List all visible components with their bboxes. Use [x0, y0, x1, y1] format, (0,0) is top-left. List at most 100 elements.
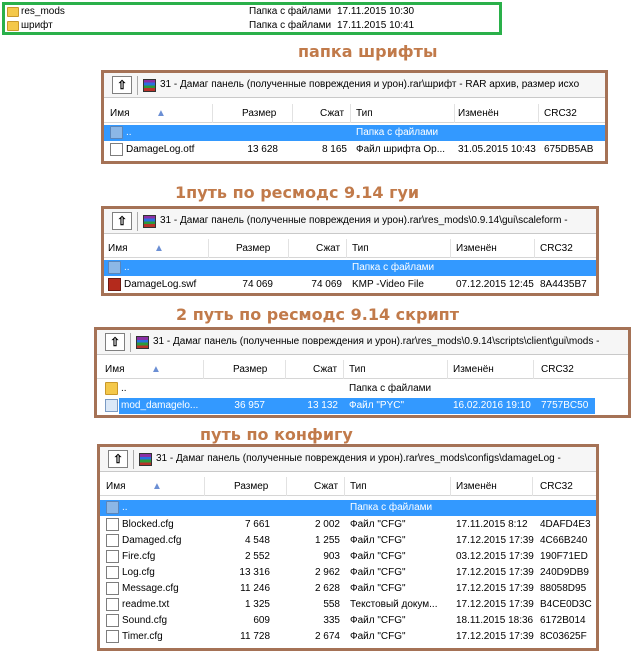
- rar-panel-gui: ⇧ 31 - Дамаг панель (полученные поврежде…: [101, 206, 599, 296]
- file-icon: [106, 614, 119, 627]
- divider: [137, 76, 138, 95]
- file-icon: [106, 582, 119, 595]
- sort-up-icon: ▲: [156, 108, 166, 119]
- sort-up-icon: ▲: [154, 243, 164, 254]
- col-packed[interactable]: Сжат: [320, 108, 344, 119]
- folder-icon: [7, 21, 19, 31]
- sort-up-icon: ▲: [151, 364, 161, 375]
- rar-panel-configs: ⇧ 31 - Дамаг панель (полученные поврежде…: [97, 444, 599, 651]
- file-icon: [106, 518, 119, 531]
- col-crc[interactable]: CRC32: [540, 481, 573, 492]
- col-packed[interactable]: Сжат: [314, 481, 338, 492]
- item-date: 17.11.2015 10:30: [337, 6, 415, 17]
- col-name[interactable]: Имя: [110, 108, 129, 119]
- table-row[interactable]: Sound.cfg 609 335 Файл "CFG" 18.11.2015 …: [100, 613, 596, 629]
- file-icon: [106, 598, 119, 611]
- item-date: 17.11.2015 10:41: [337, 20, 415, 31]
- col-modified[interactable]: Изменён: [456, 243, 497, 254]
- folder-up-icon: [105, 382, 118, 395]
- caption-script: 2 путь по ресмодс 9.14 скрипт: [176, 305, 459, 324]
- col-type[interactable]: Тип: [352, 243, 369, 254]
- col-size[interactable]: Размер: [236, 243, 270, 254]
- col-size[interactable]: Размер: [242, 108, 276, 119]
- pyc-icon: [105, 399, 118, 412]
- table-row[interactable]: .. Папка с файлами: [97, 381, 628, 397]
- toolbar: ⇧ 31 - Дамаг панель (полученные поврежде…: [97, 330, 628, 355]
- column-header: Имя ▲ Размер Сжат Тип Изменён CRC32: [97, 360, 628, 379]
- item-type: Папка с файлами: [249, 6, 332, 17]
- col-packed[interactable]: Сжат: [316, 243, 340, 254]
- toolbar: ⇧ 31 - Дамаг панель (полученные поврежде…: [100, 447, 596, 472]
- folder-up-icon: [108, 261, 121, 274]
- table-row[interactable]: mod_damagelo... 36 957 13 132 Файл "PYC"…: [97, 398, 628, 414]
- table-row[interactable]: DamageLog.otf 13 628 8 165 Файл шрифта O…: [104, 142, 605, 158]
- col-crc[interactable]: CRC32: [544, 108, 577, 119]
- item-name: шрифт: [21, 20, 53, 31]
- folder-icon: [7, 7, 19, 17]
- table-row[interactable]: Timer.cfg 11 728 2 674 Файл "CFG" 17.12.…: [100, 629, 596, 645]
- up-folder-button[interactable]: ⇧: [105, 333, 125, 351]
- caption-fonts: папка шрифты: [298, 42, 438, 61]
- col-name[interactable]: Имя: [108, 243, 127, 254]
- up-folder-button[interactable]: ⇧: [112, 212, 132, 230]
- folder-up-icon: [106, 501, 119, 514]
- sort-up-icon: ▲: [152, 481, 162, 492]
- col-crc[interactable]: CRC32: [540, 243, 573, 254]
- divider: [137, 212, 138, 231]
- caption-config: путь по конфигу: [200, 425, 353, 444]
- col-type[interactable]: Тип: [349, 364, 366, 375]
- archive-path: 31 - Дамаг панель (полученные повреждени…: [160, 215, 568, 226]
- col-modified[interactable]: Изменён: [458, 108, 499, 119]
- table-row[interactable]: .. Папка с файлами: [104, 260, 596, 276]
- rar-panel-scripts: ⇧ 31 - Дамаг панель (полученные поврежде…: [94, 327, 631, 418]
- explorer-file-list: res_mods Папка с файлами 17.11.2015 10:3…: [2, 2, 502, 35]
- rar-archive-icon: [143, 79, 156, 92]
- file-icon: [106, 630, 119, 643]
- toolbar: ⇧ 31 - Дамаг панель (полученные поврежде…: [104, 73, 605, 98]
- toolbar: ⇧ 31 - Дамаг панель (полученные поврежде…: [104, 209, 596, 234]
- col-packed[interactable]: Сжат: [313, 364, 337, 375]
- list-item[interactable]: шрифт Папка с файлами 17.11.2015 10:41: [5, 19, 499, 33]
- column-header: Имя ▲ Размер Сжат Тип Изменён CRC32: [104, 104, 605, 123]
- file-icon: [106, 550, 119, 563]
- archive-path: 31 - Дамаг панель (полученные повреждени…: [160, 79, 580, 90]
- table-row[interactable]: Log.cfg 13 316 2 962 Файл "CFG" 17.12.20…: [100, 565, 596, 581]
- col-type[interactable]: Тип: [356, 108, 373, 119]
- rar-panel-fonts: ⇧ 31 - Дамаг панель (полученные поврежде…: [101, 70, 608, 164]
- table-row[interactable]: .. Папка с файлами: [100, 500, 596, 516]
- column-header: Имя ▲ Размер Сжат Тип Изменён CRC32: [104, 239, 596, 258]
- divider: [130, 333, 131, 352]
- folder-up-icon: [110, 126, 123, 139]
- archive-path: 31 - Дамаг панель (полученные повреждени…: [156, 453, 561, 464]
- divider: [133, 450, 134, 469]
- item-name: res_mods: [21, 6, 65, 17]
- caption-gui: 1путь по ресмодс 9.14 гуи: [175, 183, 420, 202]
- up-folder-button[interactable]: ⇧: [108, 450, 128, 468]
- archive-path: 31 - Дамаг панель (полученные повреждени…: [153, 336, 600, 347]
- col-name[interactable]: Имя: [106, 481, 125, 492]
- rar-archive-icon: [143, 215, 156, 228]
- item-type: Папка с файлами: [249, 20, 332, 31]
- col-modified[interactable]: Изменён: [456, 481, 497, 492]
- file-icon: [110, 143, 123, 156]
- col-size[interactable]: Размер: [233, 364, 267, 375]
- rar-archive-icon: [139, 453, 152, 466]
- file-icon: [106, 534, 119, 547]
- col-modified[interactable]: Изменён: [453, 364, 494, 375]
- list-item[interactable]: res_mods Папка с файлами 17.11.2015 10:3…: [5, 5, 499, 19]
- col-crc[interactable]: CRC32: [541, 364, 574, 375]
- col-type[interactable]: Тип: [350, 481, 367, 492]
- col-name[interactable]: Имя: [105, 364, 124, 375]
- table-row[interactable]: Damaged.cfg 4 548 1 255 Файл "CFG" 17.12…: [100, 533, 596, 549]
- file-icon: [106, 566, 119, 579]
- col-size[interactable]: Размер: [234, 481, 268, 492]
- table-row[interactable]: Blocked.cfg 7 661 2 002 Файл "CFG" 17.11…: [100, 517, 596, 533]
- rar-archive-icon: [136, 336, 149, 349]
- table-row[interactable]: Message.cfg 11 246 2 628 Файл "CFG" 17.1…: [100, 581, 596, 597]
- swf-icon: [108, 278, 121, 291]
- table-row[interactable]: .. Папка с файлами: [104, 125, 605, 141]
- table-row[interactable]: Fire.cfg 2 552 903 Файл "CFG" 03.12.2015…: [100, 549, 596, 565]
- up-folder-button[interactable]: ⇧: [112, 76, 132, 94]
- table-row[interactable]: readme.txt 1 325 558 Текстовый докум... …: [100, 597, 596, 613]
- table-row[interactable]: DamageLog.swf 74 069 74 069 KMP -Video F…: [104, 277, 596, 293]
